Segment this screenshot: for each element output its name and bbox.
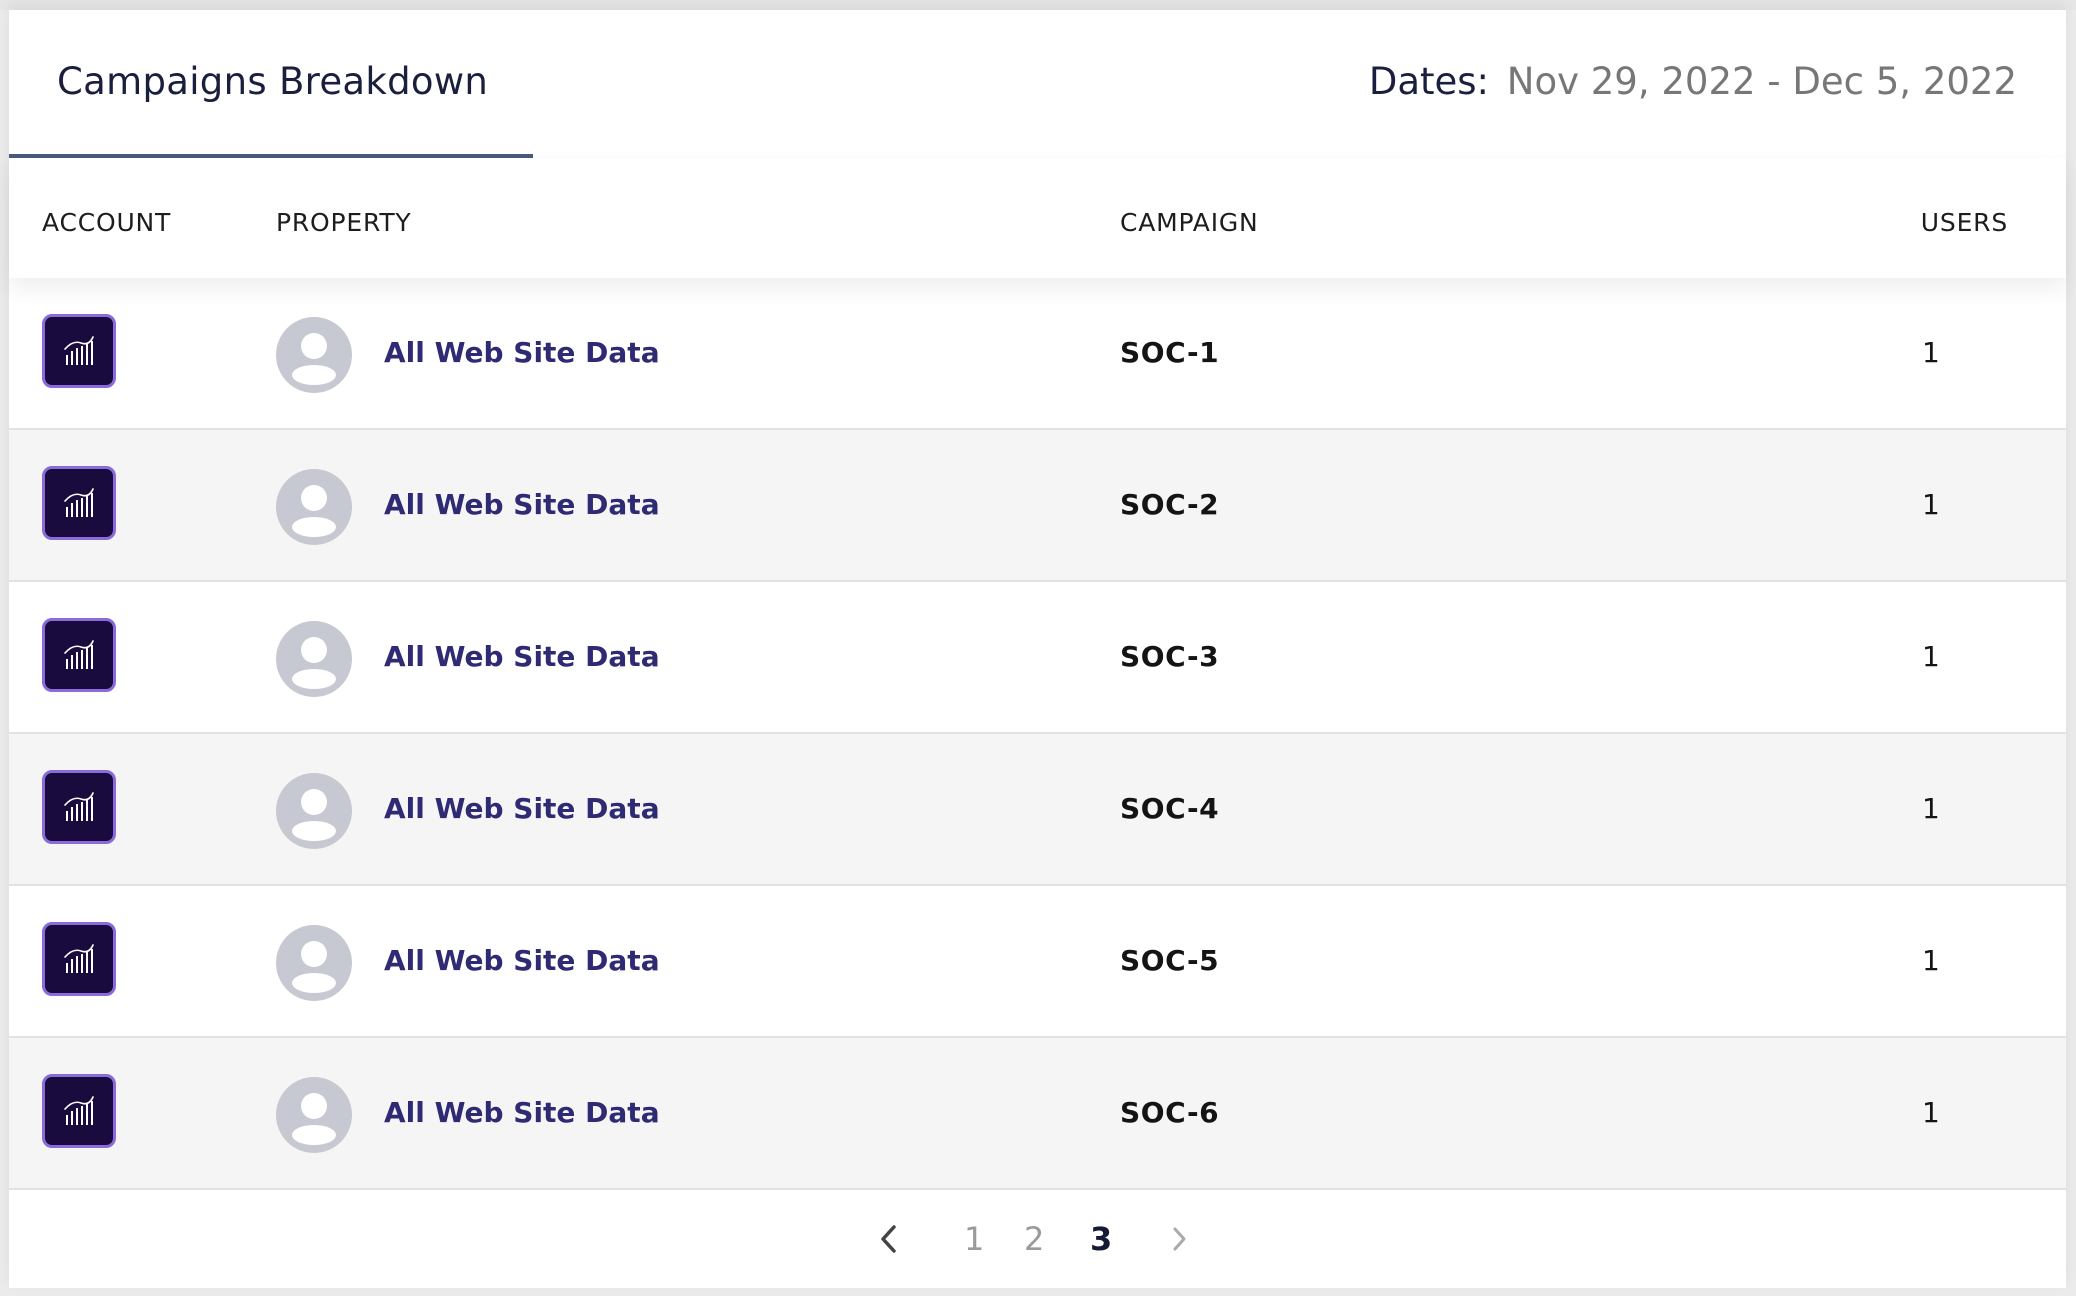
users-count: 1 [1922,944,1940,977]
pagination-page-3-current[interactable]: 3 [1090,1220,1112,1258]
property-link[interactable]: All Web Site Data [384,488,660,521]
pagination-page-1[interactable]: 1 [964,1220,984,1258]
analytics-chart-icon[interactable] [42,770,116,844]
user-avatar-icon [275,468,353,546]
property-link[interactable]: All Web Site Data [384,944,660,977]
property-link[interactable]: All Web Site Data [384,792,660,825]
user-avatar-icon [275,1076,353,1154]
analytics-chart-icon[interactable] [42,618,116,692]
campaign-name: SOC-6 [1120,1096,1220,1129]
table-row: All Web Site Data SOC-4 1 [9,734,2066,886]
column-header-account[interactable]: ACCOUNT [42,208,171,237]
dates-value: Nov 29, 2022 - Dec 5, 2022 [1506,60,2017,103]
analytics-chart-icon[interactable] [42,466,116,540]
column-header-campaign[interactable]: CAMPAIGN [1120,208,1259,237]
table-header: ACCOUNT PROPERTY CAMPAIGN USERS [9,158,2066,278]
campaign-name: SOC-2 [1120,488,1220,521]
table-row: All Web Site Data SOC-6 1 [9,1038,2066,1190]
tab-title: Campaigns Breakdown [57,60,489,103]
users-count: 1 [1922,792,1940,825]
users-count: 1 [1922,488,1940,521]
date-range: Dates: Nov 29, 2022 - Dec 5, 2022 [1369,60,2017,103]
campaign-name: SOC-1 [1120,336,1220,369]
analytics-chart-icon[interactable] [42,314,116,388]
users-count: 1 [1922,336,1940,369]
table-row: All Web Site Data SOC-2 1 [9,430,2066,582]
pagination-prev-button[interactable] [878,1222,898,1264]
campaign-name: SOC-3 [1120,640,1220,673]
user-avatar-icon [275,620,353,698]
top-strip [0,0,2076,10]
pagination-page-2[interactable]: 2 [1024,1220,1044,1258]
dates-label: Dates: [1368,60,1490,103]
analytics-chart-icon[interactable] [42,1074,116,1148]
tab-campaigns-breakdown[interactable]: Campaigns Breakdown [9,10,533,158]
campaign-name: SOC-4 [1120,792,1220,825]
table-row: All Web Site Data SOC-3 1 [9,582,2066,734]
users-count: 1 [1922,1096,1940,1129]
analytics-chart-icon[interactable] [42,922,116,996]
chevron-left-icon [881,1225,896,1253]
user-avatar-icon [275,316,353,394]
campaign-name: SOC-5 [1120,944,1220,977]
column-header-users[interactable]: USERS [1921,208,2008,237]
property-link[interactable]: All Web Site Data [384,640,660,673]
card-header: Campaigns Breakdown Dates: Nov 29, 2022 … [9,10,2066,158]
table-row: All Web Site Data SOC-1 1 [9,278,2066,430]
column-header-property[interactable]: PROPERTY [276,208,412,237]
table-body: All Web Site Data SOC-1 1 All Web Site Data… [9,278,2066,1190]
chevron-right-icon [1173,1227,1186,1251]
property-link[interactable]: All Web Site Data [384,336,660,369]
user-avatar-icon [275,924,353,1002]
user-avatar-icon [275,772,353,850]
property-link[interactable]: All Web Site Data [384,1096,660,1129]
campaigns-card: Campaigns Breakdown Dates: Nov 29, 2022 … [9,10,2066,1288]
pagination: 1 2 3 [9,1206,2066,1286]
table-row: All Web Site Data SOC-5 1 [9,886,2066,1038]
pagination-next-button[interactable] [1170,1222,1190,1264]
users-count: 1 [1922,640,1940,673]
